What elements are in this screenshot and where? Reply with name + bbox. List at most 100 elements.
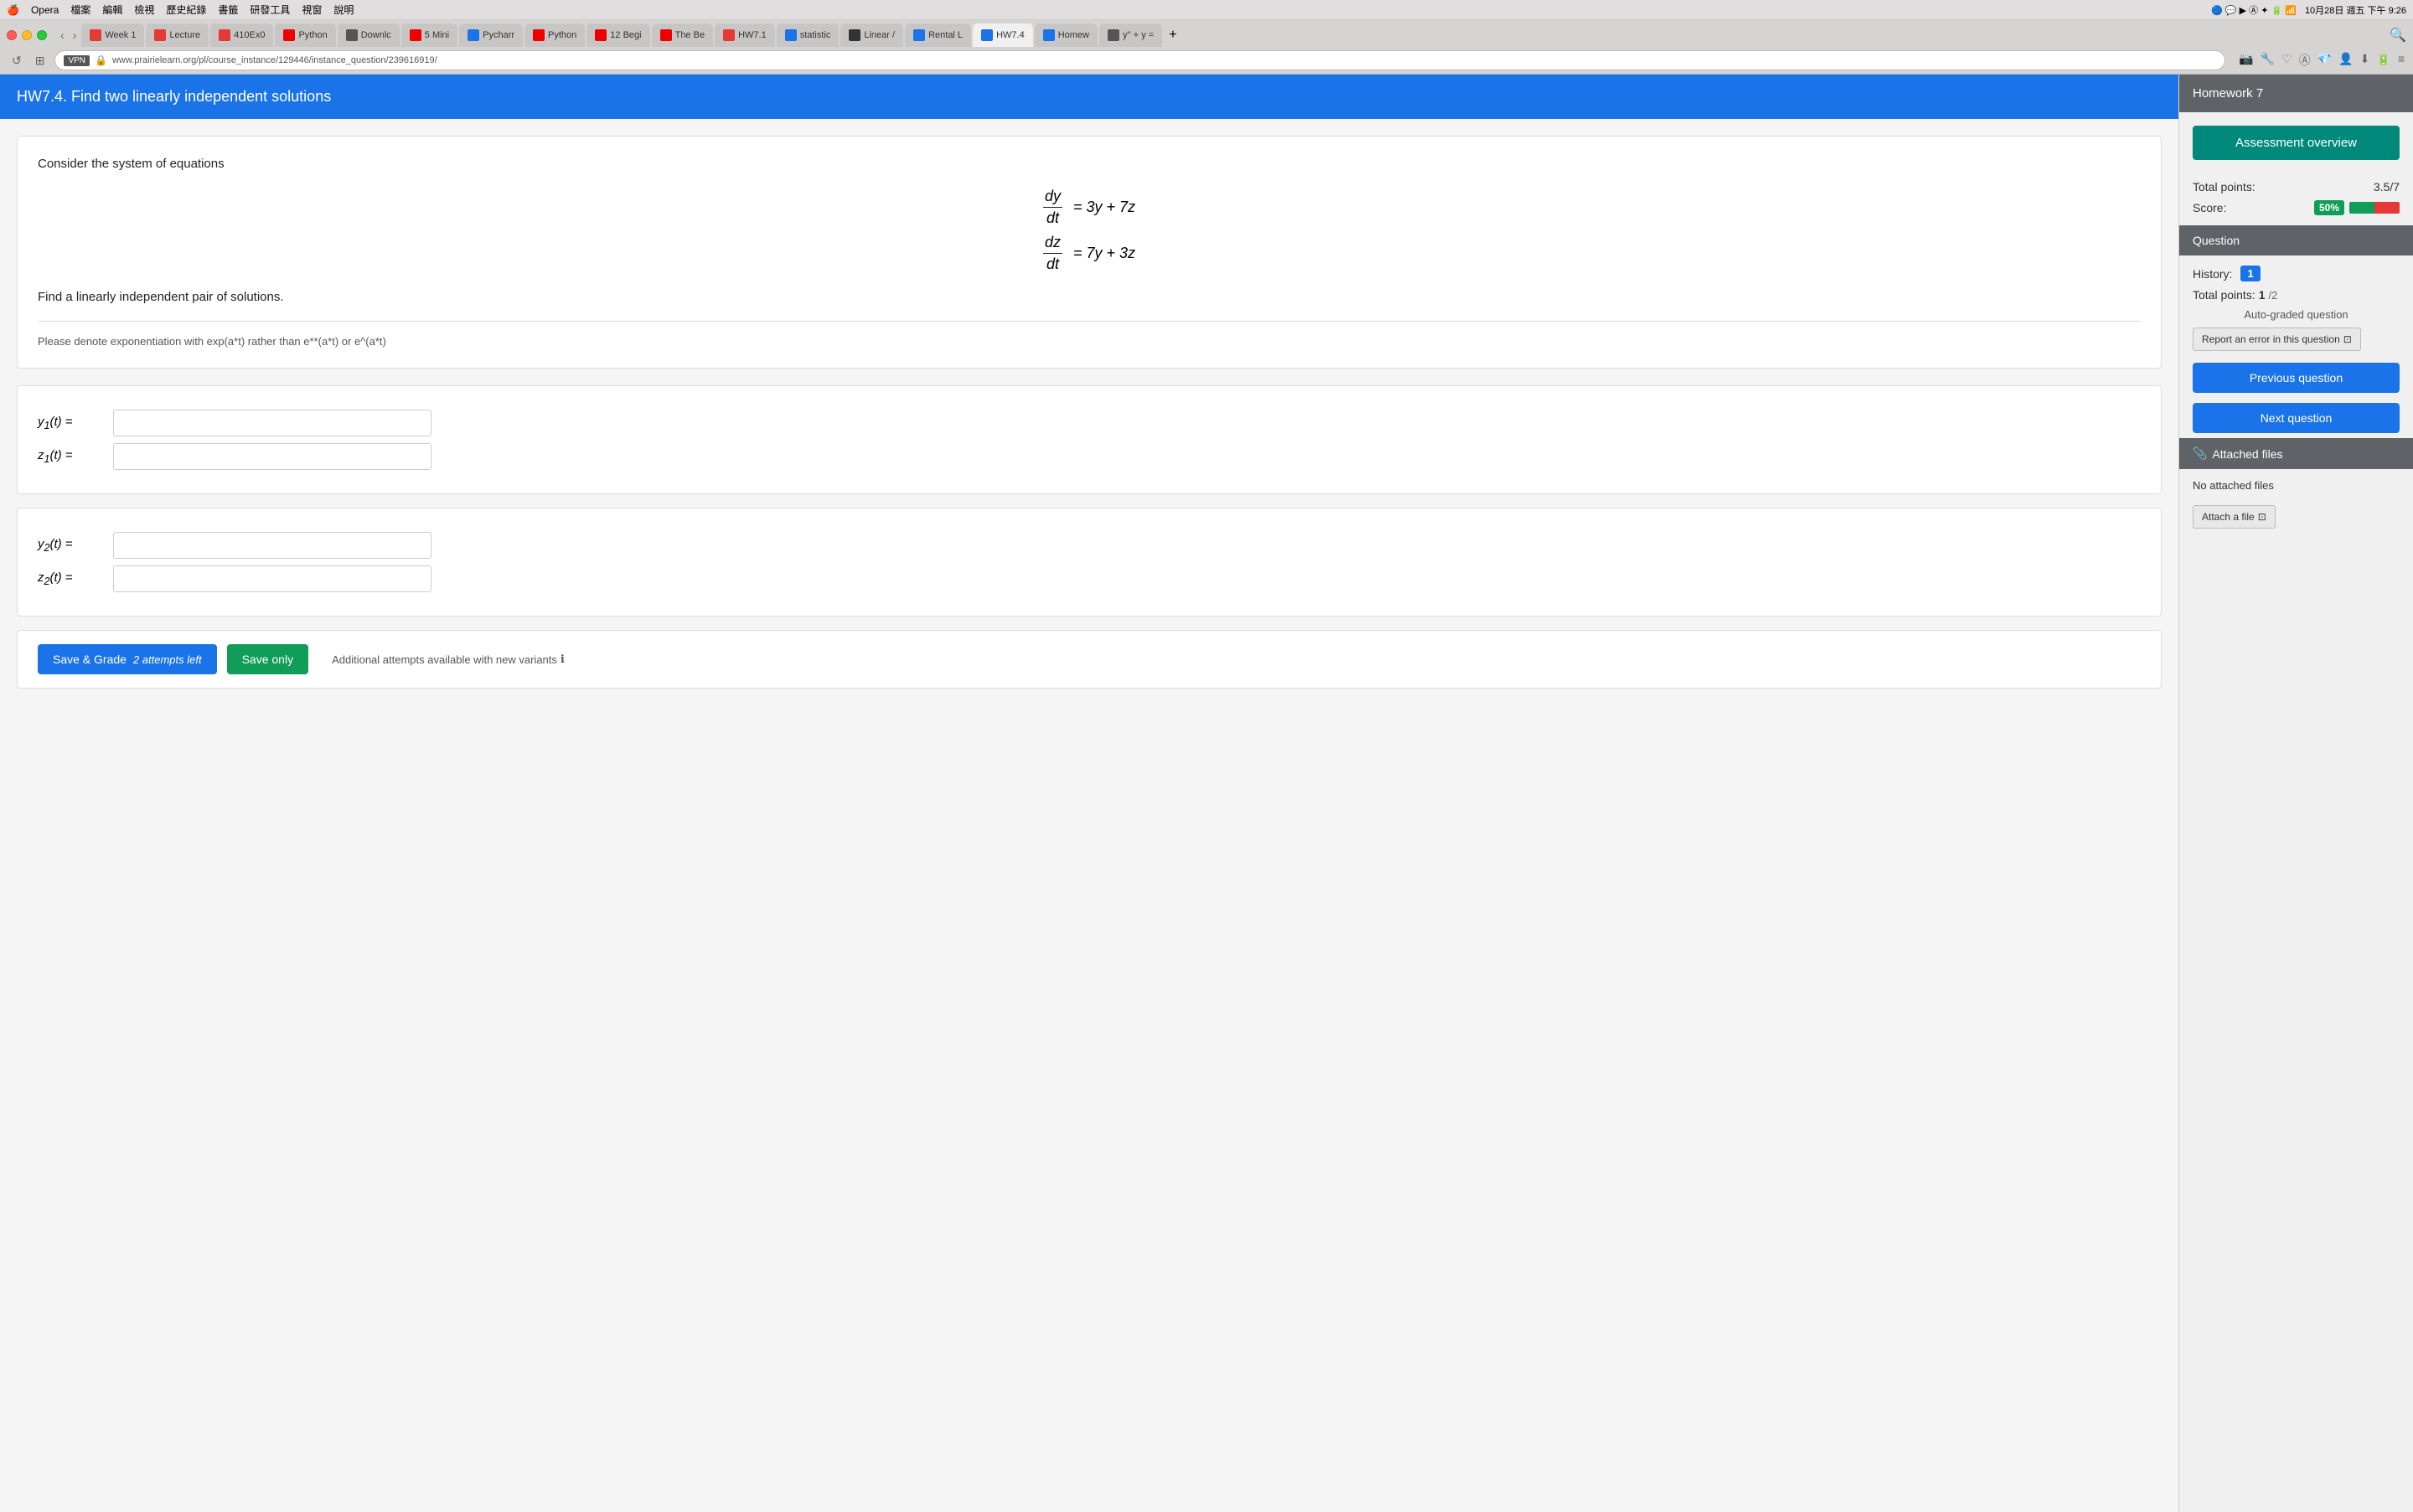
tab-python2[interactable]: Python	[524, 23, 585, 47]
address-bar[interactable]: VPN 🔒 www.prairielearn.org/pl/course_ins…	[54, 50, 2225, 70]
menu-view[interactable]: 檢視	[134, 3, 154, 17]
report-error-button[interactable]: Report an error in this question ⊡	[2193, 328, 2361, 351]
tab-linear[interactable]: Linear /	[840, 23, 903, 47]
main-content: HW7.4. Find two linearly independent sol…	[0, 75, 2178, 1512]
tab-favicon-rental	[913, 29, 925, 41]
system-icons: 🔵 💬 ▶ Ⓐ ✦ 🔋 📶	[2211, 3, 2297, 17]
save-only-button[interactable]: Save only	[227, 644, 308, 674]
url-display[interactable]: www.prairielearn.org/pl/course_instance/…	[112, 55, 437, 65]
next-question-button[interactable]: Next question	[2193, 403, 2400, 433]
menu-file[interactable]: 檔案	[70, 3, 90, 17]
new-tab-button[interactable]: +	[1169, 28, 1176, 43]
download-icon[interactable]: ⬇	[2360, 52, 2370, 69]
tab-label-hw71: HW7.1	[738, 30, 767, 40]
tab-favicon-ypp	[1108, 29, 1119, 41]
apple-menu[interactable]: 🍎	[7, 4, 19, 16]
y1-input[interactable]	[113, 410, 431, 436]
sidebar-title: Homework 7	[2193, 86, 2263, 101]
tab-lecture[interactable]: Lecture	[146, 23, 209, 47]
question-section-divider: Question	[2179, 225, 2413, 255]
menu-bookmarks[interactable]: 書籤	[218, 3, 238, 17]
sidebar-header: Homework 7	[2179, 75, 2413, 112]
fraction-dy-dt: dy dt	[1043, 188, 1062, 227]
wallet-icon[interactable]: 💎	[2317, 52, 2332, 69]
menu-history[interactable]: 歷史紀錄	[166, 3, 206, 17]
solution-1-group: y1(t) = z1(t) =	[17, 385, 2162, 494]
z1-input[interactable]	[113, 443, 431, 470]
question-title: HW7.4. Find two linearly independent sol…	[17, 88, 331, 105]
tab-favicon-python2	[533, 29, 545, 41]
tab-410[interactable]: 410Ex0	[210, 23, 273, 47]
question-points-row: Total points: 1 /2	[2193, 288, 2400, 302]
attach-icon: ⊡	[2258, 511, 2266, 523]
assessment-overview-label: Assessment overview	[2235, 136, 2357, 150]
tab-favicon-week1	[90, 29, 101, 41]
minimize-button[interactable]	[22, 30, 32, 40]
y1-label: y1(t) =	[38, 415, 105, 431]
question-section-label: Question	[2193, 234, 2240, 247]
back-button[interactable]: ‹	[57, 27, 68, 44]
score-label: Score:	[2193, 201, 2226, 214]
info-icon: ℹ	[561, 653, 565, 666]
eq2-rhs: = 7y + 3z	[1069, 245, 1135, 262]
tab-week1[interactable]: Week 1	[81, 23, 144, 47]
bookmark-icon[interactable]: ♡	[2281, 52, 2292, 69]
extensions-icon[interactable]: 🔧	[2261, 52, 2275, 69]
question-header: HW7.4. Find two linearly independent sol…	[0, 75, 2178, 119]
additional-info: Additional attempts available with new v…	[332, 653, 565, 666]
split-view-button[interactable]: ⊞	[32, 52, 49, 70]
z2-input[interactable]	[113, 565, 431, 592]
tab-rental[interactable]: Rental L	[905, 23, 971, 47]
attempts-label: 2 attempts left	[133, 653, 202, 666]
forward-button[interactable]: ›	[70, 27, 80, 44]
menu-opera[interactable]: Opera	[31, 4, 59, 16]
menu-help[interactable]: 說明	[333, 3, 354, 17]
tab-5mini[interactable]: 5 Mini	[401, 23, 457, 47]
maximize-button[interactable]	[37, 30, 47, 40]
tab-python1[interactable]: Python	[275, 23, 335, 47]
save-grade-button[interactable]: Save & Grade 2 attempts left	[38, 644, 217, 674]
question-points-label: Total points:	[2193, 288, 2255, 302]
menu-edit[interactable]: 編輯	[102, 3, 122, 17]
search-icon[interactable]: 🔍	[2390, 27, 2406, 44]
profile-icon[interactable]: 👤	[2338, 52, 2353, 69]
prev-question-button[interactable]: Previous question	[2193, 363, 2400, 393]
amazon-icon[interactable]: Ⓐ	[2299, 52, 2311, 69]
tab-label-12begi: 12 Begi	[610, 30, 641, 40]
save-grade-label: Save & Grade	[53, 653, 127, 666]
menu-window[interactable]: 視窗	[302, 3, 322, 17]
tab-favicon-python1	[283, 29, 295, 41]
tab-download[interactable]: Downlc	[338, 23, 400, 47]
tab-ypp[interactable]: y'' + y =	[1099, 23, 1162, 47]
tab-hw74[interactable]: HW7.4	[973, 23, 1033, 47]
tab-label-rental: Rental L	[928, 30, 963, 40]
y2-label: y2(t) =	[38, 537, 105, 554]
traffic-lights	[7, 30, 47, 40]
total-points-value: 3.5/7	[2374, 180, 2400, 194]
tab-pycharm[interactable]: Pycharr	[459, 23, 523, 47]
tab-hw71[interactable]: HW7.1	[715, 23, 775, 47]
history-label: History:	[2193, 267, 2232, 281]
tab-favicon-download	[346, 29, 358, 41]
attached-files-label: Attached files	[2212, 447, 2282, 461]
attach-file-button[interactable]: Attach a file ⊡	[2193, 505, 2276, 529]
tab-homework[interactable]: Homew	[1035, 23, 1098, 47]
tab-12begi[interactable]: 12 Begi	[586, 23, 649, 47]
assessment-overview-button[interactable]: Assessment overview	[2193, 126, 2400, 160]
tab-label-ypp: y'' + y =	[1123, 30, 1154, 40]
screenshot-icon[interactable]: 📷	[2239, 52, 2253, 69]
no-files-text: No attached files	[2179, 469, 2413, 502]
close-button[interactable]	[7, 30, 17, 40]
question-intro: Consider the system of equations	[38, 157, 2141, 171]
question-points-value: 1	[2259, 288, 2266, 302]
total-points-row: Total points: 3.5/7	[2193, 180, 2400, 194]
tab-thebe[interactable]: The Be	[652, 23, 713, 47]
reload-button[interactable]: ↺	[8, 52, 25, 70]
tab-label-python2: Python	[548, 30, 576, 40]
menu-devtools[interactable]: 研發工具	[250, 3, 290, 17]
battery-icon[interactable]: 🔋	[2376, 52, 2390, 69]
tab-statistics[interactable]: statistic	[777, 23, 840, 47]
attach-file-label: Attach a file	[2202, 511, 2255, 523]
y2-input[interactable]	[113, 532, 431, 559]
more-icon[interactable]: ≡	[2398, 52, 2405, 69]
